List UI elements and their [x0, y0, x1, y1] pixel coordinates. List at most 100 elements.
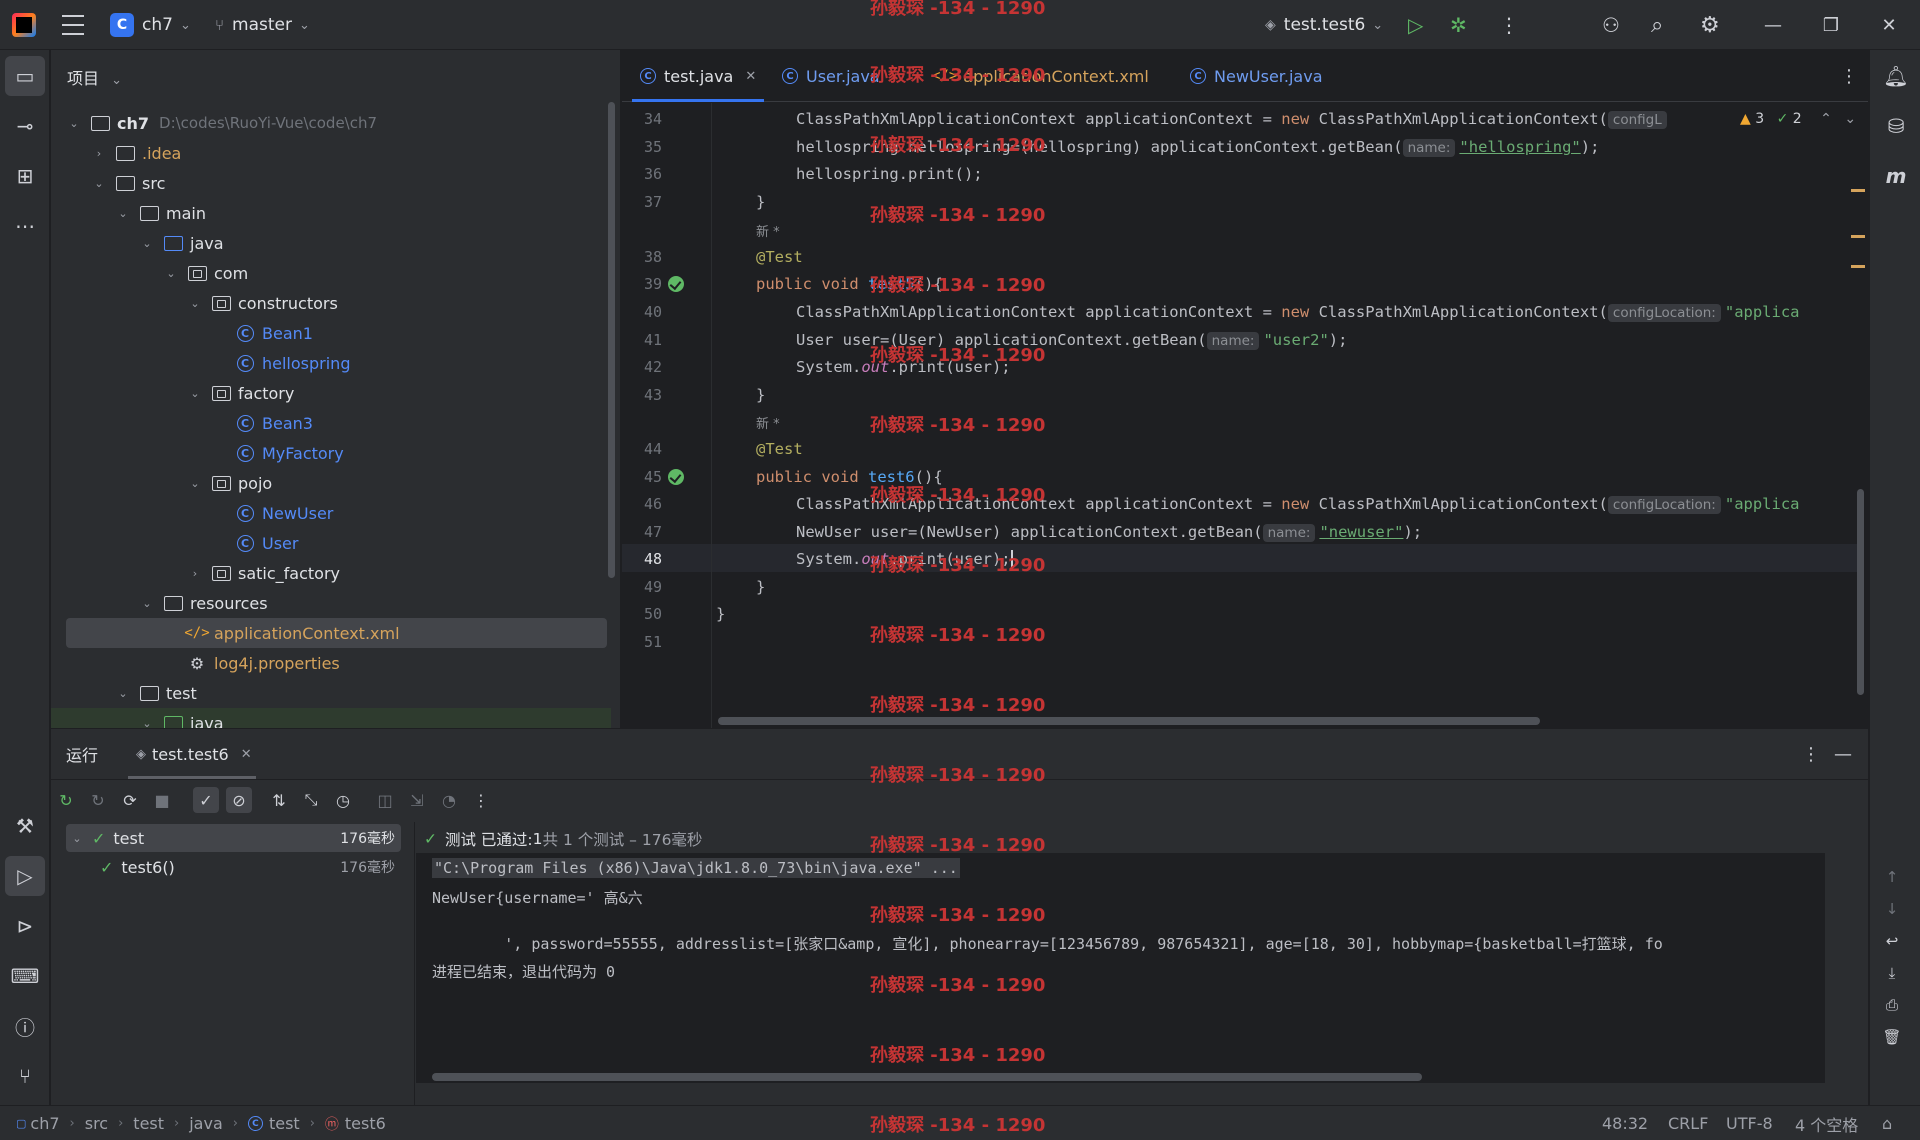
editor-vertical-scrollbar[interactable] — [1857, 489, 1864, 695]
hide-panel-icon[interactable]: — — [1834, 729, 1852, 779]
project-scrollbar[interactable] — [608, 102, 615, 578]
project-folder-icon[interactable]: ▭ — [5, 56, 45, 96]
breadcrumb-item[interactable]: src — [85, 1114, 108, 1133]
run-config-selector[interactable]: ◈ test.test6 ⌄ — [1265, 0, 1383, 50]
close-icon[interactable]: ✕ — [1860, 0, 1918, 50]
breadcrumb-item[interactable]: test — [133, 1114, 164, 1133]
breadcrumb-item[interactable]: test — [269, 1114, 300, 1133]
lock-icon[interactable]: ⌂ — [1882, 1106, 1892, 1140]
git-icon[interactable]: ⑂ — [5, 1056, 45, 1096]
run-panel-options-icon[interactable]: ⋮ — [1802, 729, 1820, 779]
structure-icon[interactable]: ⊞ — [5, 156, 45, 196]
tree-item-root[interactable]: ⌄ ch7 D:\codes\RuoYi-Vue\code\ch7 — [51, 108, 611, 138]
author-hint[interactable]: 新 * — [756, 413, 780, 432]
breadcrumb-item[interactable]: ch7 — [30, 1114, 59, 1133]
code-token[interactable]: "newuser" — [1319, 523, 1403, 541]
coverage-icon[interactable]: ◔ — [436, 787, 462, 813]
scroll-up-icon[interactable]: ↑ — [1879, 864, 1905, 890]
tree-item-myfactory[interactable]: C MyFactory — [51, 438, 611, 468]
tree-item-user[interactable]: C User — [51, 528, 611, 558]
prev-highlight-icon[interactable]: ⌃ — [1820, 111, 1832, 127]
soft-wrap-icon[interactable]: ↩ — [1879, 928, 1905, 954]
scroll-down-icon[interactable]: ↓ — [1879, 896, 1905, 922]
settings-icon[interactable]: ⚙ — [1700, 0, 1720, 50]
branch-switcher[interactable]: ⑂ master ⌄ — [215, 0, 310, 50]
error-stripe-mark[interactable] — [1851, 189, 1865, 192]
rerun-failed-icon[interactable]: ↻ — [85, 787, 111, 813]
file-encoding[interactable]: UTF-8 — [1726, 1106, 1773, 1140]
sort-icon[interactable]: ⇅ — [266, 787, 292, 813]
test-case-row[interactable]: ✓ test6() 176毫秒 — [66, 853, 401, 881]
run-test-gutter-icon[interactable] — [668, 469, 684, 485]
show-ignored-icon[interactable]: ⊘ — [226, 787, 252, 813]
code-editor[interactable]: ▲ 3 ✓ 2 ⌃ ⌄ 34 35 36 37 38 39 40 41 42 4… — [622, 103, 1868, 728]
toggle-auto-test-icon[interactable]: ⟳ — [117, 787, 143, 813]
inspection-widget[interactable]: ▲ 3 ✓ 2 ⌃ ⌄ — [1740, 111, 1857, 127]
tree-item-pojo[interactable]: ⌄ pojo — [51, 468, 611, 498]
tab-run-test6[interactable]: ◈ test.test6 ✕ — [128, 729, 256, 779]
indent-setting[interactable]: 4 个空格 — [1795, 1106, 1858, 1140]
console-command[interactable]: "C:\Program Files (x86)\Java\jdk1.8.0_73… — [432, 858, 960, 878]
tree-item-src[interactable]: ⌄ src — [51, 168, 611, 198]
line-ending[interactable]: CRLF — [1668, 1106, 1708, 1140]
main-menu-icon[interactable] — [62, 15, 84, 35]
tree-item-hellospring[interactable]: C hellospring — [51, 348, 611, 378]
tree-item-applicationcontext-xml[interactable]: </> applicationContext.xml — [66, 618, 607, 648]
error-stripe-mark[interactable] — [1851, 235, 1865, 238]
minimize-icon[interactable]: — — [1744, 0, 1802, 50]
tree-item-idea[interactable]: › .idea — [51, 138, 611, 168]
breadcrumb-item[interactable]: java — [189, 1114, 223, 1133]
console-horizontal-scrollbar[interactable] — [432, 1073, 1422, 1081]
project-switcher[interactable]: C ch7 ⌄ — [110, 0, 191, 50]
screenshot-icon[interactable]: ◫ — [372, 787, 398, 813]
next-highlight-icon[interactable]: ⌄ — [1844, 111, 1856, 127]
tree-item-main[interactable]: ⌄ main — [51, 198, 611, 228]
author-hint[interactable]: 新 * — [756, 221, 780, 240]
clear-trash-icon[interactable]: 🗑︎ — [1879, 1024, 1905, 1050]
tree-item-com[interactable]: ⌄ com — [51, 258, 611, 288]
export-icon[interactable]: ⇲ — [404, 787, 430, 813]
intellij-logo-icon[interactable] — [12, 13, 36, 37]
test-history-icon[interactable]: ◷ — [330, 787, 356, 813]
debug-icon[interactable]: ✲ — [1450, 0, 1467, 50]
add-user-icon[interactable]: ⚇ — [1602, 0, 1620, 50]
tab-applicationcontext-xml[interactable]: </> applicationContext.xml — [932, 50, 1149, 102]
services-icon[interactable]: ⊳ — [5, 906, 45, 946]
tree-item-bean1[interactable]: C Bean1 — [51, 318, 611, 348]
tree-item-java[interactable]: ⌄ java — [51, 228, 611, 258]
print-icon[interactable]: ⎙ — [1879, 992, 1905, 1018]
tab-test-java[interactable]: C test.java ✕ — [631, 50, 765, 102]
tree-item-factory[interactable]: ⌄ factory — [51, 378, 611, 408]
notifications-bell-icon[interactable]: 🔔︎ — [1876, 56, 1916, 96]
code-token[interactable]: "hellospring" — [1459, 138, 1580, 156]
build-hammer-icon[interactable]: ⚒ — [5, 806, 45, 846]
tree-item-resources[interactable]: ⌄ resources — [51, 588, 611, 618]
breadcrumb-item[interactable]: test6 — [345, 1114, 386, 1133]
tree-item-satic-factory[interactable]: › satic_factory — [51, 558, 611, 588]
console-output[interactable]: "C:\Program Files (x86)\Java\jdk1.8.0_73… — [416, 853, 1825, 1083]
more-run-actions-icon[interactable]: ⋮ — [468, 787, 494, 813]
editor-horizontal-scrollbar[interactable] — [718, 717, 1540, 725]
tree-item-bean3[interactable]: C Bean3 — [51, 408, 611, 438]
tree-item-log4j-properties[interactable]: ⚙ log4j.properties — [51, 648, 611, 678]
scroll-to-end-icon[interactable]: ⤓ — [1879, 960, 1905, 986]
tabs-more-icon[interactable]: ⋮ — [1840, 50, 1858, 102]
search-icon[interactable]: ⌕ — [1651, 0, 1663, 50]
run-panel-icon[interactable]: ▷ — [5, 856, 45, 896]
error-stripe-mark[interactable] — [1851, 265, 1865, 268]
more-tools-icon[interactable]: ⋯ — [5, 206, 45, 246]
maximize-icon[interactable]: ❐ — [1802, 0, 1860, 50]
tree-item-newuser[interactable]: C NewUser — [51, 498, 611, 528]
problems-icon[interactable]: ⓘ — [5, 1006, 45, 1046]
show-passed-icon[interactable]: ✓ — [193, 787, 219, 813]
tree-item-test[interactable]: ⌄ test — [51, 678, 611, 708]
run-icon[interactable]: ▷ — [1408, 0, 1423, 50]
close-icon[interactable]: ✕ — [745, 69, 756, 84]
project-panel-header[interactable]: 项目 ⌄ — [67, 65, 122, 89]
stop-icon[interactable]: ■ — [149, 787, 175, 813]
tree-item-constructors[interactable]: ⌄ constructors — [51, 288, 611, 318]
rerun-icon[interactable]: ↻ — [53, 787, 79, 813]
more-actions-icon[interactable]: ⋮ — [1499, 0, 1519, 50]
test-suite-row[interactable]: ⌄ ✓ test 176毫秒 — [66, 824, 401, 852]
tree-item-test-java[interactable]: ⌄ java — [51, 708, 611, 728]
